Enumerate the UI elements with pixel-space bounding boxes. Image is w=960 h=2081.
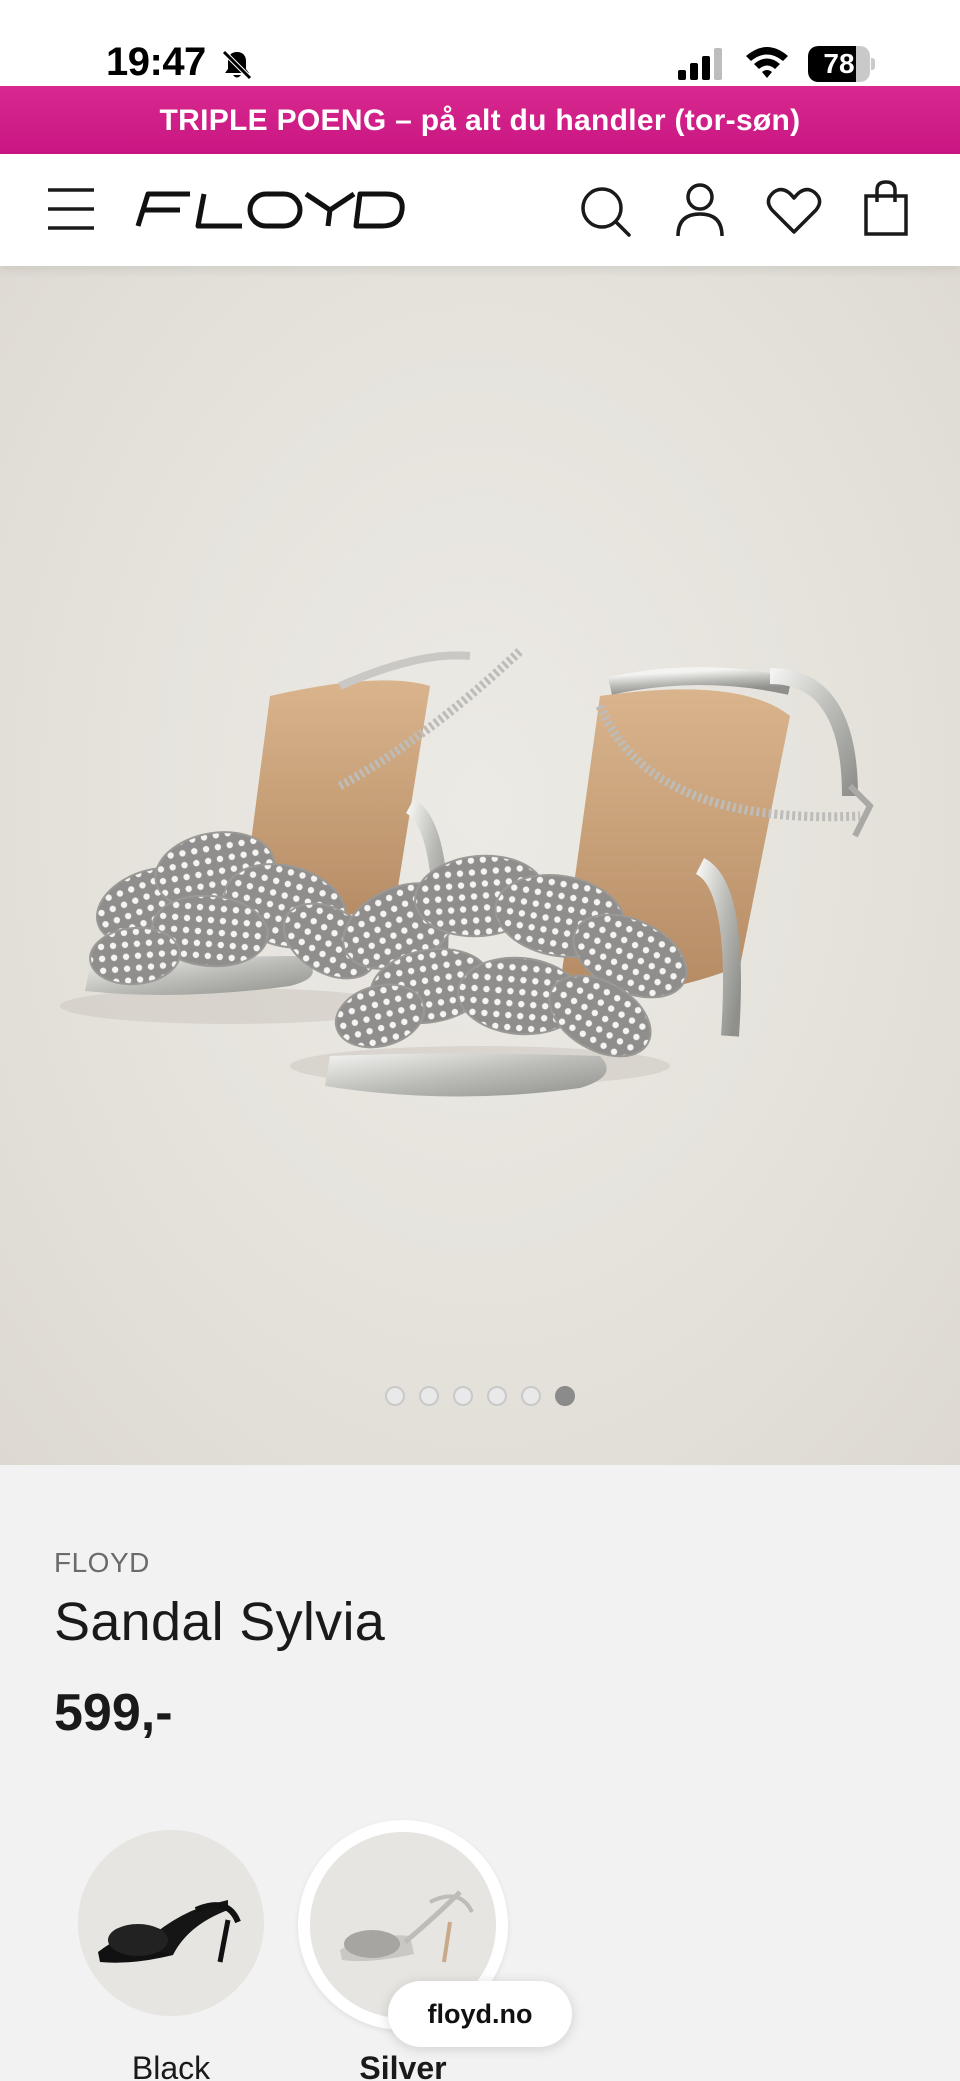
color-swatch-black[interactable] (78, 1830, 264, 2016)
bell-muted-icon (222, 50, 252, 80)
site-header (0, 154, 960, 266)
color-label-silver: Silver (359, 2050, 447, 2081)
battery-indicator: 78 (808, 46, 875, 82)
floyd-logo[interactable] (134, 190, 406, 230)
status-bar: 19:47 78 (0, 0, 960, 86)
product-title: Sandal Sylvia (54, 1592, 386, 1652)
black-sandal-thumbnail (78, 1830, 264, 2016)
promo-banner[interactable]: TRIPLE POENG – på alt du handler (tor-sø… (0, 86, 960, 154)
gallery-dot[interactable] (385, 1386, 405, 1406)
heart-icon[interactable] (766, 186, 822, 236)
product-image-gallery[interactable] (0, 266, 960, 1465)
product-brand[interactable]: FLOYD (54, 1547, 150, 1579)
menu-icon[interactable] (46, 186, 96, 232)
gallery-dot[interactable] (419, 1386, 439, 1406)
product-price: 599,- (54, 1684, 173, 1742)
shopping-bag-icon[interactable] (862, 180, 910, 236)
wifi-icon (746, 47, 788, 78)
search-icon[interactable] (578, 184, 632, 238)
signal-icon (678, 48, 722, 80)
product-photo (60, 647, 874, 1097)
color-label-black: Black (131, 2050, 211, 2081)
gallery-pagination (0, 1386, 960, 1416)
gallery-dot[interactable] (555, 1386, 575, 1406)
gallery-dot[interactable] (521, 1386, 541, 1406)
status-time: 19:47 (106, 40, 206, 84)
url-bar[interactable]: floyd.no (388, 1981, 572, 2047)
account-icon[interactable] (674, 182, 726, 238)
gallery-dot[interactable] (487, 1386, 507, 1406)
gallery-dot[interactable] (453, 1386, 473, 1406)
battery-percent: 78 (823, 48, 855, 79)
